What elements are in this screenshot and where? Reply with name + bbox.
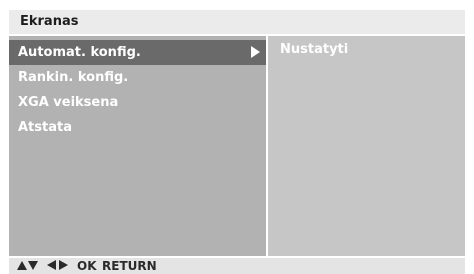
down-arrow-icon [28,261,38,270]
submenu-arrow-icon [251,46,260,58]
return-hint: RETURN [102,259,157,273]
up-arrow-icon [17,261,27,270]
menu-item-label: Rankin. konfig. [18,70,129,85]
menu-item-xga-mode[interactable]: XGA veiksena [9,90,266,115]
ok-hint: OK [77,259,97,273]
menu-item-label: Atstata [18,120,72,135]
menu-panel: Automat. konfig. Rankin. konfig. XGA vei… [9,36,266,256]
right-arrow-icon [59,260,68,270]
menu-item-auto-config[interactable]: Automat. konfig. [9,40,266,65]
left-arrow-icon [47,260,56,270]
menu-item-reset[interactable]: Atstata [9,115,266,140]
menu-item-label: Automat. konfig. [18,45,141,60]
navigation-hint-bar: OK RETURN [9,258,465,274]
menu-item-manual-config[interactable]: Rankin. konfig. [9,65,266,90]
page-title: Ekranas [20,14,79,29]
osd-screen-menu: Ekranas Automat. konfig. Rankin. konfig.… [0,0,474,274]
submenu-panel: Nustatyti [268,36,465,256]
title-bar: Ekranas [9,10,465,34]
menu-item-label: XGA veiksena [18,95,119,110]
submenu-option-set[interactable]: Nustatyti [280,42,348,57]
